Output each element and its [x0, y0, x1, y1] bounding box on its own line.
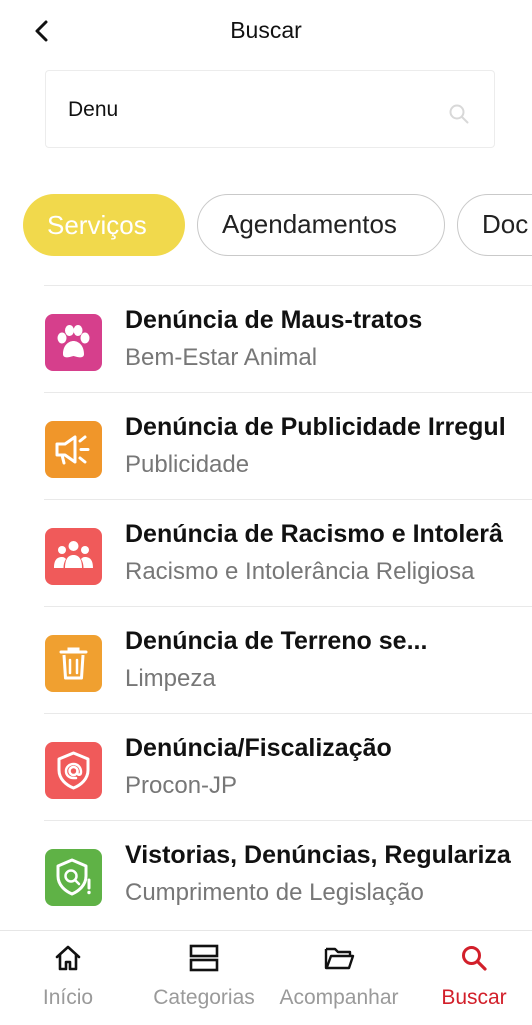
- people-icon: [45, 528, 102, 585]
- trash-icon: [45, 635, 102, 692]
- result-item[interactable]: Denúncia de Publicidade Irregul Publicid…: [44, 393, 532, 499]
- categories-icon: [189, 944, 219, 972]
- results-list: Denúncia de Maus-tratos Bem-Estar Animal…: [44, 285, 532, 927]
- result-item[interactable]: Denúncia de Maus-tratos Bem-Estar Animal: [44, 286, 532, 392]
- result-title: Denúncia de Publicidade Irregul: [125, 413, 506, 441]
- nav-categorias[interactable]: Categorias: [146, 931, 262, 1025]
- header: Buscar: [0, 0, 532, 62]
- result-title: Vistorias, Denúncias, Regulariza: [125, 841, 511, 869]
- shield-at-icon: [45, 742, 102, 799]
- result-item[interactable]: Denúncia/Fiscalização Procon-JP: [44, 714, 532, 820]
- page-title: Buscar: [230, 17, 302, 43]
- nav-acompanhar[interactable]: Acompanhar: [272, 931, 406, 1025]
- result-title: Denúncia de Terreno se...: [125, 627, 428, 655]
- chip-agendamentos[interactable]: Agendamentos: [197, 194, 445, 256]
- chip-documentos[interactable]: Doc: [457, 194, 532, 256]
- folder-icon: [324, 947, 355, 970]
- bottom-nav: Início Categorias Acompanhar Buscar: [0, 930, 532, 1025]
- search-icon: [462, 946, 487, 971]
- result-subtitle: Racismo e Intolerância Religiosa: [125, 558, 475, 585]
- result-title: Denúncia/Fiscalização: [125, 734, 392, 762]
- result-item[interactable]: Vistorias, Denúncias, Regulariza Cumprim…: [44, 821, 532, 927]
- chip-servicos[interactable]: Serviços: [23, 194, 185, 256]
- shield-search-icon: [45, 849, 102, 906]
- nav-label: Acompanhar: [279, 986, 399, 1009]
- nav-label: Início: [42, 986, 94, 1009]
- result-subtitle: Cumprimento de Legislação: [125, 879, 424, 906]
- result-subtitle: Publicidade: [125, 451, 250, 478]
- nav-inicio[interactable]: Início: [20, 931, 116, 1025]
- result-subtitle: Procon-JP: [125, 772, 238, 799]
- result-title: Denúncia de Maus-tratos: [125, 306, 423, 334]
- search-box[interactable]: [45, 70, 495, 148]
- search-input[interactable]: [68, 95, 428, 125]
- paw-icon: [45, 314, 102, 371]
- nav-label: Buscar: [441, 986, 507, 1009]
- filter-chips: Serviços Agendamentos Doc: [0, 194, 532, 258]
- result-subtitle: Bem-Estar Animal: [125, 344, 318, 371]
- megaphone-icon: [45, 421, 102, 478]
- result-title: Denúncia de Racismo e Intolerâ: [125, 520, 503, 548]
- result-item[interactable]: Denúncia de Terreno se... Limpeza: [44, 607, 532, 713]
- home-icon: [55, 945, 81, 971]
- nav-buscar[interactable]: Buscar: [430, 931, 518, 1025]
- result-item[interactable]: Denúncia de Racismo e Intolerâ Racismo e…: [44, 500, 532, 606]
- result-subtitle: Limpeza: [125, 665, 216, 692]
- search-icon[interactable]: [448, 103, 470, 125]
- nav-label: Categorias: [153, 986, 255, 1009]
